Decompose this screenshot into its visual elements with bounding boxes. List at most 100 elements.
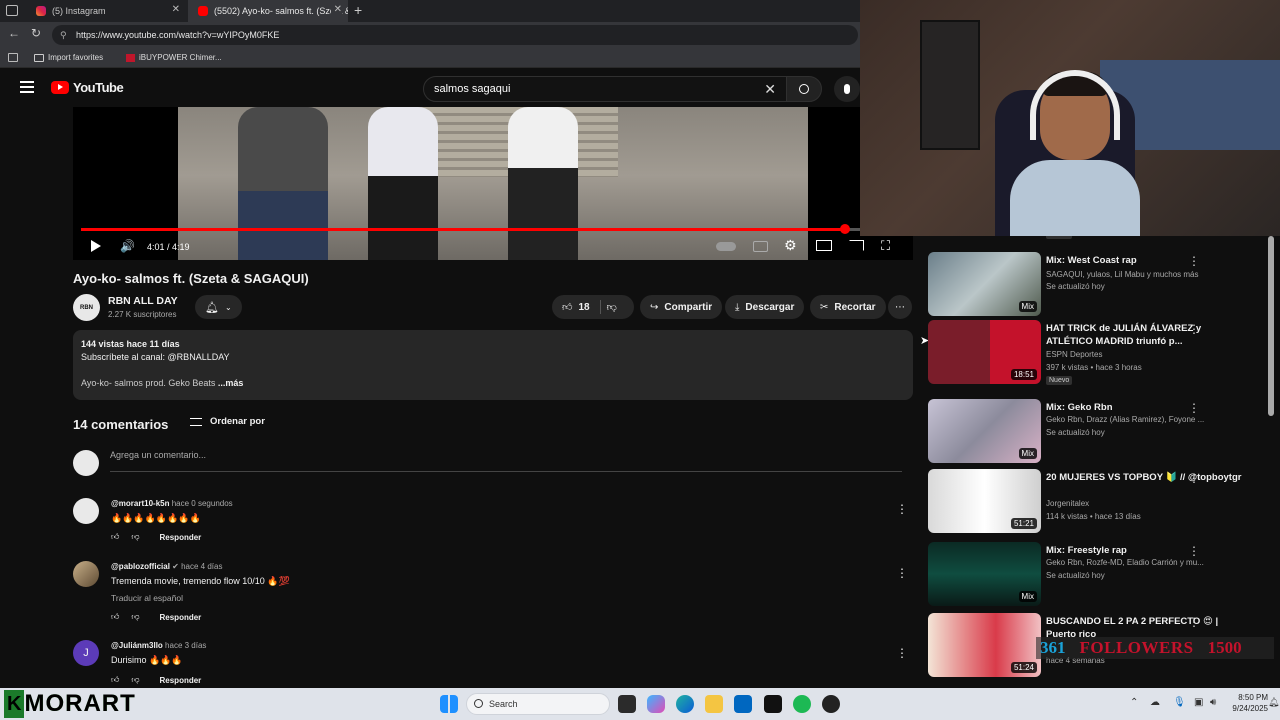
windows-start-icon[interactable]	[440, 695, 458, 713]
bookmark-import-favorites[interactable]: Import favorites	[34, 53, 103, 62]
progress-bar[interactable]	[81, 224, 905, 234]
channel-avatar[interactable]: RBN	[73, 294, 100, 321]
show-more-link[interactable]: ...más	[218, 378, 244, 388]
task-view-icon[interactable]	[618, 695, 636, 713]
settings-gear-icon[interactable]: ⚙	[784, 237, 797, 254]
search-input[interactable]: salmos sagaqui ✕	[423, 76, 787, 102]
thumbnail: 51:24	[928, 613, 1041, 677]
reply-button[interactable]: Responder	[160, 676, 202, 685]
search-button[interactable]	[786, 76, 822, 102]
system-clock[interactable]: 8:50 PM 9/24/2025	[1228, 692, 1268, 714]
translate-link[interactable]: Traducir al español	[111, 593, 183, 603]
comment-time[interactable]: hace 3 días	[165, 641, 206, 650]
comment-menu-icon[interactable]: ⋮	[896, 566, 908, 580]
spotify-icon[interactable]	[793, 695, 811, 713]
site-info-icon[interactable]: ⚲	[60, 25, 67, 45]
obs-icon[interactable]	[822, 695, 840, 713]
play-icon[interactable]	[91, 240, 101, 252]
download-button[interactable]: ⤓ Descargar	[725, 295, 805, 319]
chevron-up-icon[interactable]: ⌃	[1130, 697, 1138, 708]
channel-name[interactable]: RBN ALL DAY	[108, 295, 178, 307]
reload-icon[interactable]: ↻	[31, 26, 41, 40]
comment-avatar[interactable]	[73, 498, 99, 524]
store-icon[interactable]	[734, 695, 752, 713]
comment-author[interactable]: @pablozofficial	[111, 562, 170, 571]
thumbs-down-icon[interactable]: 👎︎	[607, 301, 617, 313]
more-vertical-icon[interactable]: ⋮	[1188, 322, 1200, 336]
capcut-icon[interactable]	[764, 695, 782, 713]
streamer-shirt	[1010, 160, 1140, 236]
thumbs-down-icon[interactable]: 👎︎	[131, 675, 139, 685]
add-comment-input[interactable]: Agrega un comentario...	[110, 450, 902, 472]
tab-instagram[interactable]: (5) Instagram ✕	[26, 0, 186, 22]
comment-author[interactable]: @Juliánm3llo	[111, 641, 163, 650]
address-bar[interactable]: ⚲ https://www.youtube.com/watch?v=wYIPOy…	[52, 25, 858, 45]
cloud-icon[interactable]: ☁	[1150, 697, 1160, 708]
comment-time[interactable]: hace 0 segundos	[172, 499, 233, 508]
share-button[interactable]: ↪ Compartir	[640, 295, 723, 319]
recommendation-item[interactable]: 18:51 HAT TRICK de JULIÁN ÁLVAREZ y ATLÉ…	[928, 320, 1258, 386]
youtube-logo[interactable]: YouTube	[51, 80, 124, 95]
reply-button[interactable]: Responder	[160, 613, 202, 622]
more-vertical-icon[interactable]: ⋮	[1188, 544, 1200, 558]
apps-icon[interactable]	[8, 53, 18, 62]
comment-text: Tremenda movie, tremendo flow 10/10 🔥💯	[111, 576, 290, 586]
sort-comments-button[interactable]: Ordenar por	[190, 416, 265, 427]
comment-avatar[interactable]	[73, 561, 99, 587]
comment-author[interactable]: @morart10-k5n	[111, 499, 170, 508]
reply-button[interactable]: Responder	[160, 533, 202, 542]
hamburger-menu-icon[interactable]	[20, 81, 34, 93]
description-box[interactable]: 144 vistas hace 11 días Subscríbete al c…	[73, 330, 913, 400]
taskbar-search-input[interactable]: Search	[466, 693, 610, 715]
comment-menu-icon[interactable]: ⋮	[896, 502, 908, 516]
more-vertical-icon[interactable]: ⋮	[1188, 471, 1200, 485]
like-button[interactable]: 👍︎ 18 👎︎	[552, 295, 634, 319]
scrubber-handle[interactable]	[839, 224, 850, 234]
mix-badge: Mix	[1018, 591, 1037, 602]
comments-count: 14 comentarios	[73, 417, 169, 432]
clip-button[interactable]: ✂ Recortar	[810, 295, 886, 319]
comment-time[interactable]: hace 4 días	[181, 562, 222, 571]
subtitles-icon[interactable]	[753, 241, 768, 252]
thumbs-up-icon[interactable]: 👍︎	[111, 532, 119, 542]
voice-search-button[interactable]	[834, 76, 860, 102]
copilot-icon[interactable]	[647, 695, 665, 713]
bookmark-ibuypower[interactable]: iBUYPOWER Chimer...	[126, 53, 222, 62]
thumbs-down-icon[interactable]: 👎︎	[131, 532, 139, 542]
recommendation-item[interactable]: 51:21 20 MUJERES VS TOPBOY 🔰 // @topboyt…	[928, 469, 1258, 535]
close-tab-icon[interactable]: ✕	[172, 4, 180, 15]
file-explorer-icon[interactable]	[705, 695, 723, 713]
notification-bell-button[interactable]: 🔔︎ ⌄	[195, 295, 242, 319]
network-icon[interactable]: ▣	[1194, 697, 1203, 708]
back-icon[interactable]: ←	[8, 26, 20, 40]
scrollbar[interactable]	[1268, 236, 1274, 416]
more-vertical-icon[interactable]: ⋮	[1188, 615, 1200, 629]
recommendation-item[interactable]: Mix Mix: Geko Rbn Geko Rbn, Drazz (Alias…	[928, 399, 1258, 465]
close-tab-icon[interactable]: ✕	[330, 4, 342, 15]
recommendation-meta: Geko Rbn, Drazz (Alias Ramirez), Foyone …	[1046, 415, 1205, 424]
edge-browser-icon[interactable]	[676, 695, 694, 713]
comment-avatar[interactable]: J	[73, 640, 99, 666]
more-actions-button[interactable]: ⋯	[888, 295, 912, 319]
fullscreen-icon[interactable]: ⛶	[881, 238, 890, 254]
thumbs-up-icon[interactable]: 👍︎	[111, 612, 119, 622]
volume-icon[interactable]: 🔊	[120, 239, 135, 253]
cast-icon[interactable]	[849, 240, 864, 251]
more-vertical-icon[interactable]: ⋮	[1188, 401, 1200, 415]
new-tab-button[interactable]: +	[354, 2, 362, 18]
window-menu-icon[interactable]	[6, 5, 18, 16]
volume-icon[interactable]: 🔊︎	[1210, 697, 1216, 708]
video-player[interactable]: 🔊 4:01 / 4:19 ⚙ ⛶	[73, 107, 913, 260]
more-vertical-icon[interactable]: ⋮	[1188, 254, 1200, 268]
comment-menu-icon[interactable]: ⋮	[896, 646, 908, 660]
recommendation-item[interactable]: Mix Mix: West Coast rap SAGAQUI, yulaos,…	[928, 252, 1258, 318]
microphone-icon[interactable]: 🎙︎	[1173, 697, 1186, 708]
autoplay-toggle-icon[interactable]	[716, 242, 736, 251]
thumbs-up-icon[interactable]: 👍︎	[111, 675, 119, 685]
thumbs-down-icon[interactable]: 👎︎	[131, 612, 139, 622]
tab-youtube[interactable]: (5502) Ayo-ko- salmos ft. (Szeta & ✕	[188, 0, 348, 22]
clear-search-icon[interactable]: ✕	[764, 77, 776, 101]
theater-mode-icon[interactable]	[816, 240, 832, 251]
recommendation-item[interactable]: Mix Mix: Freestyle rap Geko Rbn, Rozfe-M…	[928, 542, 1258, 608]
notification-icon[interactable]: 🔔︎	[1268, 697, 1279, 708]
